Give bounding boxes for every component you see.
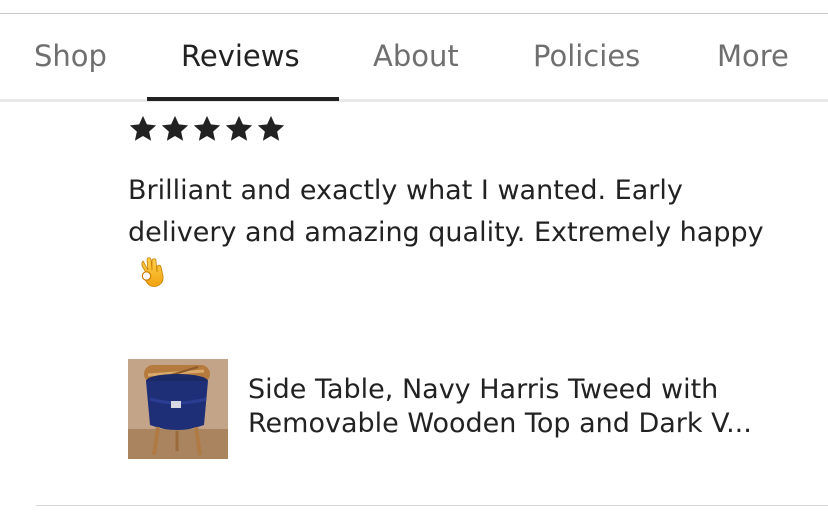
tab-shop[interactable]: Shop: [34, 36, 107, 76]
star-rating: [128, 114, 286, 146]
bottom-divider: [36, 505, 828, 506]
product-thumbnail: [128, 359, 228, 459]
star-icon: [257, 115, 285, 141]
star-icon: [225, 115, 253, 141]
tab-about[interactable]: About: [373, 36, 459, 76]
reviewed-product-link[interactable]: Side Table, Navy Harris Tweed with Remov…: [128, 359, 788, 459]
ok-hand-emoji-icon: [141, 257, 164, 287]
product-title: Side Table, Navy Harris Tweed with Remov…: [248, 374, 752, 439]
tab-bar-divider: [0, 99, 828, 102]
review-body: Brilliant and exactly what I wanted. Ear…: [128, 175, 764, 248]
tab-reviews[interactable]: Reviews: [181, 36, 300, 76]
star-icon: [161, 115, 189, 141]
active-tab-indicator: [147, 97, 339, 101]
star-icon: [193, 115, 221, 141]
star-icon: [129, 115, 157, 141]
tab-more[interactable]: More: [717, 36, 789, 76]
review-text: Brilliant and exactly what I wanted. Ear…: [128, 170, 768, 296]
shop-tab-bar: Shop Reviews About Policies More: [0, 14, 828, 100]
tab-policies[interactable]: Policies: [533, 36, 640, 76]
